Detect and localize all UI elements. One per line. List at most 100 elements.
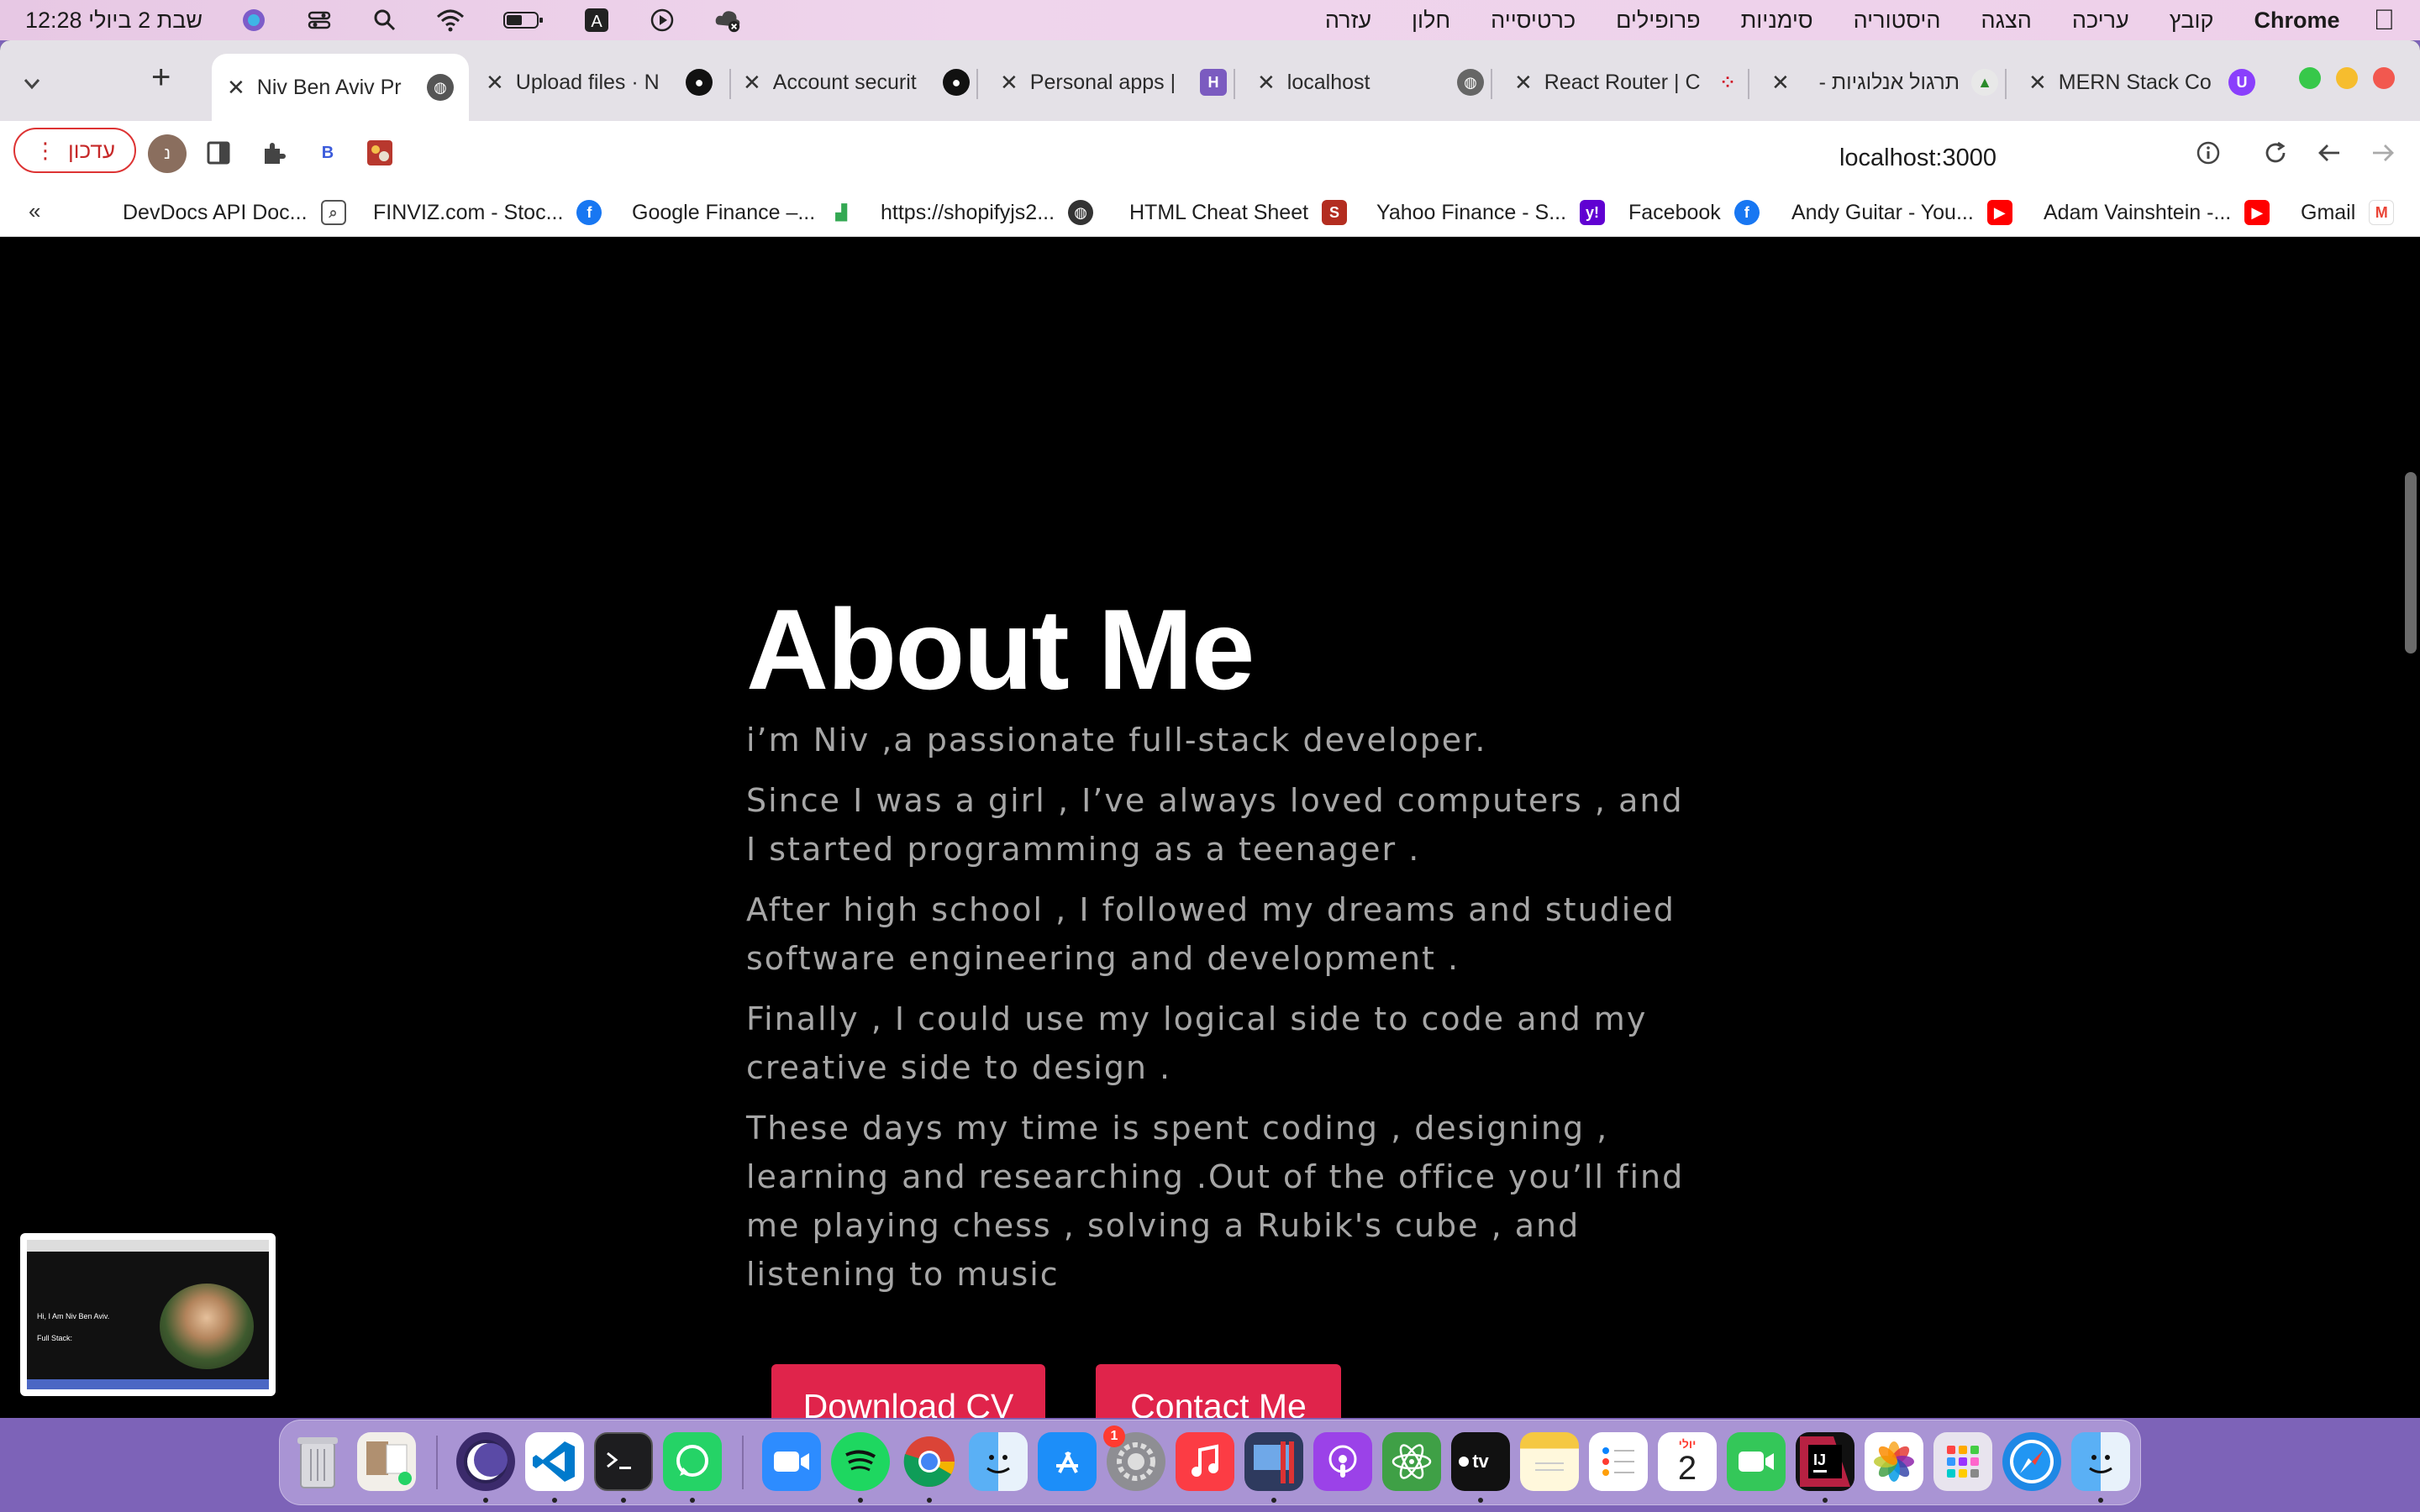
finder-folder-icon[interactable]: [2071, 1432, 2130, 1491]
menu-app-name[interactable]: Chrome: [2254, 8, 2339, 34]
apple-tv-icon[interactable]: tv: [1451, 1432, 1510, 1491]
new-tab-plus-icon[interactable]: +: [151, 59, 171, 97]
safari-icon[interactable]: [2002, 1432, 2061, 1491]
reload-icon[interactable]: [2257, 134, 2294, 171]
close-tab-icon[interactable]: ✕: [1771, 70, 1790, 96]
notes-icon[interactable]: [1520, 1432, 1579, 1491]
minimize-window-button[interactable]: [2336, 67, 2358, 89]
site-info-icon[interactable]: [2190, 134, 2227, 171]
creative-cloud-icon[interactable]: [713, 6, 742, 34]
control-center-icon[interactable]: [305, 6, 334, 34]
menu-bar-status-area: שבת 2 ביולי 12:28 A: [25, 0, 742, 40]
spotlight-search-icon[interactable]: [371, 6, 399, 34]
now-playing-icon[interactable]: [648, 6, 676, 34]
bookmark-yahoo-finance[interactable]: Yahoo Finance - S... y!: [1376, 197, 1606, 228]
screen-sharing-icon[interactable]: [1244, 1432, 1303, 1491]
profile-avatar[interactable]: נ: [148, 134, 187, 173]
tab-account-security[interactable]: ✕ Account securit ●: [728, 59, 985, 106]
bookmark-shopifyjs[interactable]: https://shopifyjs2... ◍: [881, 197, 1094, 228]
atom-icon[interactable]: [1382, 1432, 1441, 1491]
bookmark-google-finance[interactable]: Google Finance –... ▟: [632, 197, 854, 228]
screenshot-thumbnail[interactable]: Hi, I Am Niv Ben Aviv. Full Stack:: [20, 1233, 276, 1396]
eclipse-icon[interactable]: [456, 1432, 515, 1491]
bookmark-gmail[interactable]: Gmail M: [2301, 197, 2395, 228]
bookmark-andy-guitar[interactable]: Andy Guitar - You... ▶: [1791, 197, 2012, 228]
tab-title: תרגול אנלוגיות -: [1818, 70, 1960, 94]
contact-me-button[interactable]: Contact Me: [1096, 1364, 1341, 1418]
reminders-icon[interactable]: [1589, 1432, 1648, 1491]
app-store-icon[interactable]: [1038, 1432, 1097, 1491]
extension-b-icon[interactable]: B: [309, 134, 346, 171]
trash-icon[interactable]: [288, 1432, 347, 1491]
zoom-window-button[interactable]: [2299, 67, 2321, 89]
menu-history[interactable]: היסטוריה: [1854, 8, 1941, 34]
tab-analogies-practice[interactable]: ✕ תרגול אנלוגיות - ▲: [1756, 59, 2013, 106]
tab-react-router[interactable]: ✕ React Router | C ⁘: [1499, 59, 1756, 106]
bookmark-facebook[interactable]: Facebook f: [1628, 197, 1760, 228]
menu-bookmarks[interactable]: סימניות: [1741, 8, 1813, 34]
close-tab-icon[interactable]: ✕: [743, 70, 761, 96]
photos-icon[interactable]: [1865, 1432, 1923, 1491]
spotify-icon[interactable]: [831, 1432, 890, 1491]
bookmark-label: DevDocs API Doc...: [123, 200, 308, 224]
battery-icon[interactable]: [502, 6, 545, 34]
menu-view[interactable]: הצגה: [1981, 8, 2032, 34]
close-tab-icon[interactable]: ✕: [1000, 70, 1018, 96]
forward-arrow-icon[interactable]: [2365, 134, 2402, 171]
bookmark-devdocs[interactable]: DevDocs API Doc... ⌕: [123, 197, 346, 228]
dock-separator: [436, 1436, 438, 1489]
update-chrome-button[interactable]: עדכון ⋮: [13, 128, 136, 173]
extension-photo-icon[interactable]: [361, 134, 398, 171]
facetime-icon[interactable]: [1727, 1432, 1786, 1491]
siri-icon[interactable]: [239, 6, 268, 34]
system-preferences-icon[interactable]: 1: [1103, 1425, 1165, 1491]
about-paragraph-intro: i’m Niv ,a passionate full-stack develop…: [746, 722, 1487, 759]
wifi-icon[interactable]: [436, 6, 465, 34]
bookmarks-overflow-chevron[interactable]: «: [29, 198, 40, 224]
close-tab-icon[interactable]: ✕: [486, 70, 504, 96]
chrome-icon[interactable]: [900, 1432, 959, 1491]
menu-file[interactable]: קובץ: [2170, 8, 2214, 34]
tab-mern-stack[interactable]: ✕ MERN Stack Co U: [2013, 59, 2270, 106]
apple-menu-icon[interactable]: : [2374, 4, 2396, 37]
zoom-icon[interactable]: [762, 1432, 821, 1491]
page-scrollbar-thumb[interactable]: [2405, 472, 2417, 654]
side-panel-icon[interactable]: [200, 134, 237, 171]
tab-search-chevron-icon[interactable]: [24, 69, 40, 96]
tab-personal-apps[interactable]: ✕ Personal apps | H: [985, 59, 1242, 106]
tab-niv-ben-aviv[interactable]: ✕ Niv Ben Aviv Pr ◍: [212, 54, 469, 121]
menu-profiles[interactable]: פרופילים: [1616, 8, 1700, 34]
bookmark-adam-vainshtein[interactable]: Adam Vainshtein -... ▶: [2044, 197, 2270, 228]
menu-help[interactable]: עזרה: [1325, 8, 1371, 34]
podcasts-icon[interactable]: [1313, 1432, 1372, 1491]
menu-bar-clock[interactable]: שבת 2 ביולי 12:28: [25, 8, 203, 34]
tab-localhost[interactable]: ✕ localhost ◍: [1242, 59, 1499, 106]
menu-edit[interactable]: עריכה: [2072, 8, 2129, 34]
close-tab-icon[interactable]: ✕: [2028, 70, 2047, 96]
bookmark-html-cheat-sheet[interactable]: HTML Cheat Sheet S: [1129, 197, 1348, 228]
close-window-button[interactable]: [2373, 67, 2395, 89]
launchpad-icon[interactable]: [1933, 1432, 1992, 1491]
running-indicator: [621, 1498, 626, 1503]
tab-upload-files[interactable]: ✕ Upload files · N ●: [471, 59, 728, 106]
close-tab-icon[interactable]: ✕: [1257, 70, 1276, 96]
close-tab-icon[interactable]: ✕: [1514, 70, 1533, 96]
intellij-idea-icon[interactable]: IJ: [1796, 1432, 1854, 1491]
extensions-puzzle-icon[interactable]: [255, 134, 292, 171]
vscode-icon[interactable]: [525, 1432, 584, 1491]
music-icon[interactable]: [1176, 1432, 1234, 1491]
download-cv-button[interactable]: Download CV: [771, 1364, 1045, 1418]
close-tab-icon[interactable]: ✕: [227, 75, 245, 101]
address-bar[interactable]: localhost:3000: [429, 126, 2240, 180]
back-arrow-icon[interactable]: [2311, 134, 2348, 171]
menu-tab[interactable]: כרטיסייה: [1491, 8, 1576, 34]
recent-documents-stack-icon[interactable]: [357, 1432, 416, 1491]
whatsapp-icon[interactable]: [663, 1432, 722, 1491]
finder-icon[interactable]: [969, 1432, 1028, 1491]
terminal-icon[interactable]: [594, 1432, 653, 1491]
menu-window[interactable]: חלון: [1412, 8, 1450, 34]
calendar-icon[interactable]: יולי 2: [1658, 1432, 1717, 1491]
bookmark-finviz[interactable]: FINVIZ.com - Stoc... f: [373, 197, 602, 228]
input-source-icon[interactable]: A: [582, 6, 611, 34]
url-text[interactable]: localhost:3000: [1839, 144, 1996, 172]
